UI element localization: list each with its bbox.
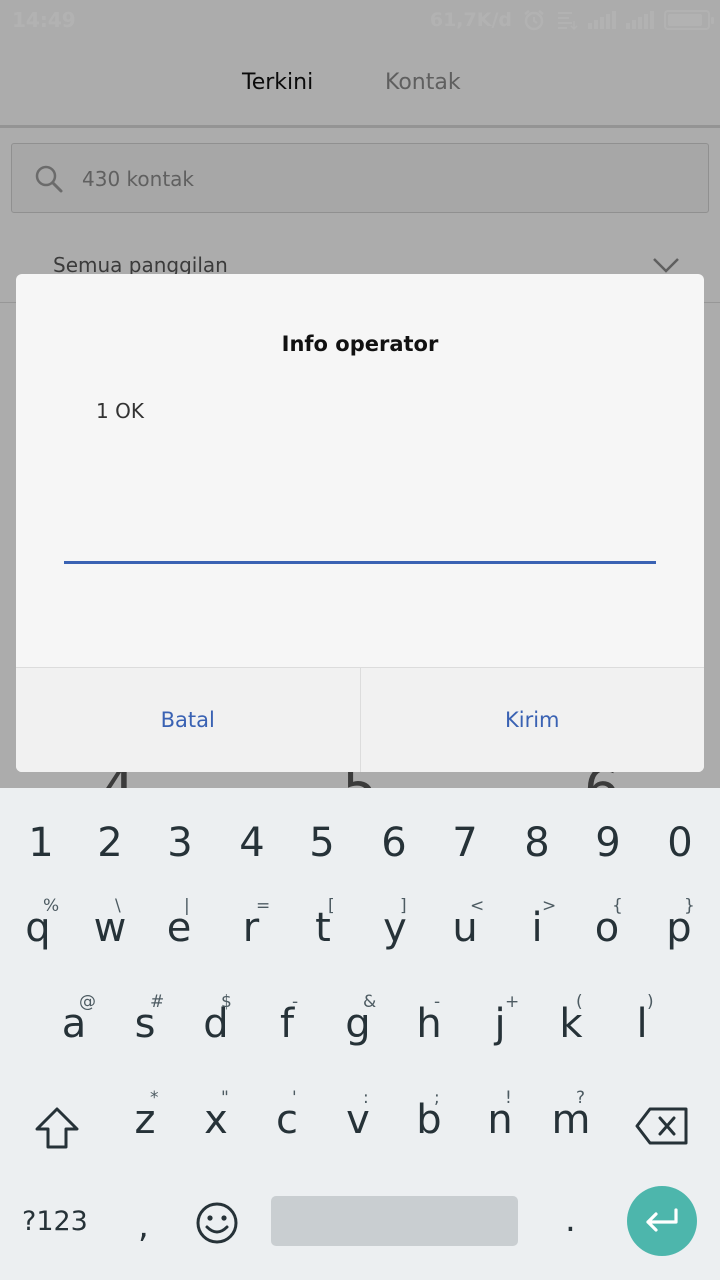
key-u[interactable]: < u: [440, 896, 490, 948]
key-7[interactable]: 7: [437, 820, 493, 866]
key-label: d: [203, 1001, 229, 1047]
key-hint: !: [505, 1088, 512, 1108]
key-hint: #: [150, 992, 165, 1012]
key-n[interactable]: ! n: [475, 1088, 525, 1143]
cancel-button[interactable]: Batal: [16, 668, 360, 772]
send-button[interactable]: Kirim: [359, 668, 705, 772]
key-label: l: [636, 1001, 648, 1047]
key-hint: <: [470, 896, 485, 916]
key-label: k: [559, 1001, 583, 1047]
key-o[interactable]: {o: [582, 896, 632, 951]
key-hint: %: [43, 896, 60, 916]
comma-key[interactable]: ,: [138, 1206, 149, 1246]
key-hint: (: [576, 992, 583, 1012]
key-hint: |: [184, 896, 190, 916]
key-label: c: [276, 1097, 298, 1143]
key-label: e: [166, 905, 192, 951]
key-hint: :: [363, 1088, 369, 1108]
dialog-message: 1 OK: [96, 399, 144, 423]
key-label: o: [594, 905, 620, 951]
key-l[interactable]: ) l: [617, 992, 667, 1047]
key-t[interactable]: [t: [298, 896, 348, 951]
key-c[interactable]: ' c: [262, 1088, 312, 1143]
key-x[interactable]: " x: [191, 1088, 241, 1143]
key-label: t: [315, 905, 331, 951]
key-i[interactable]: > i: [512, 896, 562, 948]
key-hint: ;: [434, 1088, 440, 1108]
key-9[interactable]: 9: [580, 820, 636, 866]
key-1[interactable]: 1: [13, 820, 69, 866]
key-6[interactable]: 6: [366, 820, 422, 866]
enter-key[interactable]: [627, 1186, 697, 1256]
backspace-icon[interactable]: [634, 1106, 690, 1146]
key-y[interactable]: ] y: [370, 896, 420, 951]
key-hint: [: [328, 896, 335, 916]
key-j[interactable]: + j: [475, 992, 525, 1044]
key-label: y: [383, 905, 407, 951]
key-label: n: [487, 1097, 513, 1143]
on-screen-keyboard: 1234567890 % q \ w | e = r[t] y < u > i{o} p @ a # s $ d - f…: [0, 788, 720, 1280]
key-label: f: [279, 1001, 295, 1047]
key-0[interactable]: 0: [652, 820, 708, 866]
operator-info-dialog: Info operator 1 OK Batal Kirim: [16, 274, 704, 772]
key-label: x: [204, 1097, 228, 1143]
key-z[interactable]: * z: [120, 1088, 170, 1143]
dialog-actions: Batal Kirim: [16, 667, 704, 772]
emoji-icon[interactable]: [194, 1200, 240, 1246]
key-hint: =: [256, 896, 271, 916]
key-f[interactable]: -f: [262, 992, 312, 1047]
response-input[interactable]: [64, 514, 656, 564]
key-p[interactable]: } p: [654, 896, 704, 951]
key-2[interactable]: 2: [82, 820, 138, 866]
key-hint: ]: [400, 896, 407, 916]
key-label: v: [346, 1097, 370, 1143]
key-label: b: [416, 1097, 442, 1143]
key-h[interactable]: -h: [404, 992, 454, 1047]
key-hint: ): [647, 992, 654, 1012]
key-3[interactable]: 3: [152, 820, 208, 866]
key-label: w: [93, 905, 127, 951]
shift-icon[interactable]: [34, 1106, 80, 1150]
key-w[interactable]: \ w: [85, 896, 135, 951]
key-k[interactable]: (k: [546, 992, 596, 1047]
key-hint: >: [542, 896, 557, 916]
key-r[interactable]: = r: [226, 896, 276, 948]
key-label: m: [551, 1097, 591, 1143]
key-8[interactable]: 8: [509, 820, 565, 866]
symbols-key[interactable]: ?123: [22, 1206, 88, 1237]
key-v[interactable]: :v: [333, 1088, 383, 1143]
key-a[interactable]: @ a: [49, 992, 99, 1044]
key-4[interactable]: 4: [224, 820, 280, 866]
key-hint: @: [79, 992, 96, 1012]
key-hint: &: [363, 992, 377, 1012]
enter-icon: [646, 1208, 678, 1232]
key-d[interactable]: $ d: [191, 992, 241, 1047]
key-hint: -: [434, 992, 441, 1012]
key-hint: \: [115, 896, 121, 916]
key-hint: }: [684, 896, 695, 916]
key-g[interactable]: & g: [333, 992, 383, 1044]
key-hint: +: [505, 992, 520, 1012]
key-m[interactable]: ? m: [546, 1088, 596, 1143]
key-hint: ?: [576, 1088, 586, 1108]
dialog-title: Info operator: [281, 332, 439, 356]
key-hint: $: [221, 992, 232, 1012]
key-s[interactable]: # s: [120, 992, 170, 1044]
key-hint: -: [292, 992, 299, 1012]
key-label: h: [416, 1001, 442, 1047]
key-hint: {: [612, 896, 623, 916]
period-key[interactable]: .: [565, 1200, 576, 1240]
key-e[interactable]: | e: [154, 896, 204, 951]
key-label: p: [666, 905, 692, 951]
key-label: z: [134, 1097, 156, 1143]
key-hint: ': [292, 1088, 297, 1108]
space-key[interactable]: [271, 1196, 518, 1246]
key-5[interactable]: 5: [294, 820, 350, 866]
key-b[interactable]: ; b: [404, 1088, 454, 1143]
key-q[interactable]: % q: [13, 896, 63, 948]
key-hint: *: [150, 1088, 159, 1108]
key-hint: ": [221, 1088, 229, 1108]
